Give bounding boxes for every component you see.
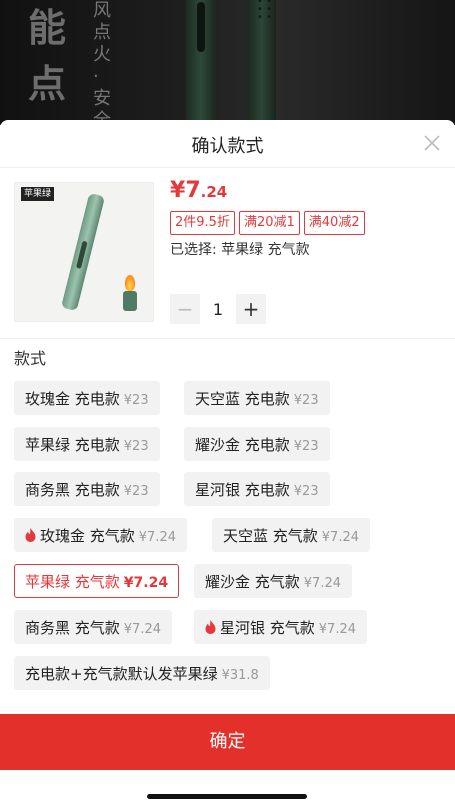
close-icon[interactable]: [423, 134, 441, 152]
flame-icon: [125, 275, 135, 291]
style-option-price: ¥23: [293, 393, 319, 408]
increase-button[interactable]: +: [236, 294, 266, 324]
style-option-label: 商务黑 充电款: [25, 481, 120, 499]
promo-tag: 2件9.5折: [170, 211, 235, 235]
fire-icon: [205, 620, 216, 634]
fire-icon: [25, 528, 36, 542]
promo-tags: 2件9.5折 满20减1 满40减2: [170, 211, 365, 235]
promo-tag: 满40减2: [303, 211, 365, 235]
style-option-price: ¥7.24: [123, 575, 169, 591]
style-option-label: 星河银 充气款: [220, 619, 315, 637]
style-option-price: ¥31.8: [221, 668, 259, 683]
style-section-label: 款式: [14, 349, 47, 368]
divider: [0, 338, 455, 339]
style-option-price: ¥7.24: [318, 622, 356, 637]
style-option-price: ¥23: [293, 484, 319, 499]
lighter-image: [60, 192, 106, 312]
small-lighter-image: [123, 291, 137, 311]
style-option-label: 商务黑 充气款: [25, 619, 120, 637]
style-option-label: 苹果绿 充气款: [25, 573, 120, 591]
style-option-label: 苹果绿 充电款: [25, 436, 120, 454]
style-option-label: 玫瑰金 充气款: [40, 527, 135, 545]
style-option[interactable]: 天空蓝 充电款 ¥23: [184, 381, 330, 415]
style-option[interactable]: 苹果绿 充电款 ¥23: [14, 427, 160, 461]
style-option[interactable]: 星河银 充气款 ¥7.24: [194, 610, 367, 644]
style-option[interactable]: 玫瑰金 充电款 ¥23: [14, 381, 160, 415]
sheet-title: 确认款式: [191, 136, 264, 157]
product-price: ¥7.24: [170, 178, 228, 203]
style-option-price: ¥23: [123, 393, 149, 408]
thumb-label: 苹果绿: [21, 187, 55, 201]
style-option-price: ¥23: [123, 439, 149, 454]
style-option-label: 天空蓝 充气款: [223, 527, 318, 545]
style-option-label: 耀沙金 充气款: [205, 573, 300, 591]
style-option[interactable]: 苹果绿 充气款 ¥7.24: [14, 564, 180, 598]
style-option-label: 耀沙金 充电款: [195, 436, 290, 454]
style-option[interactable]: 商务黑 充气款 ¥7.24: [14, 610, 172, 644]
style-option[interactable]: 充电款+充气款默认发苹果绿 ¥31.8: [14, 656, 270, 690]
product-thumbnail: 苹果绿: [14, 182, 154, 322]
style-option-price: ¥7.24: [321, 530, 359, 545]
decrease-button[interactable]: −: [170, 294, 200, 324]
style-option[interactable]: 商务黑 充电款 ¥23: [14, 472, 160, 506]
banner-lighter-image-1: [186, 0, 216, 125]
style-option-price: ¥23: [123, 484, 149, 499]
banner-large-text: 能点火: [28, 6, 67, 125]
quantity-stepper: − 1 +: [170, 294, 266, 324]
product-banner-background: 能点火 风点火·安全稳 • •• •• •: [0, 0, 455, 125]
style-option[interactable]: 天空蓝 充气款 ¥7.24: [212, 518, 370, 552]
confirm-button[interactable]: 确定: [0, 714, 455, 770]
selected-variant-text: 已选择: 苹果绿 充气款: [170, 242, 310, 258]
style-option-label: 星河银 充电款: [195, 481, 290, 499]
style-option-price: ¥7.24: [138, 530, 176, 545]
style-option-label: 玫瑰金 充电款: [25, 390, 120, 408]
banner-lighter-image-2: • • • • • •: [248, 0, 276, 125]
quantity-value[interactable]: 1: [200, 300, 236, 319]
home-indicator: [147, 794, 307, 799]
style-option[interactable]: 耀沙金 充气款 ¥7.24: [194, 564, 352, 598]
style-option-label: 天空蓝 充电款: [195, 390, 290, 408]
promo-tag: 满20减1: [238, 211, 300, 235]
style-option-label: 充电款+充气款默认发苹果绿: [25, 665, 218, 683]
style-option[interactable]: 星河银 充电款 ¥23: [184, 472, 330, 506]
style-option-price: ¥7.24: [303, 576, 341, 591]
style-option[interactable]: 玫瑰金 充气款 ¥7.24: [14, 518, 187, 552]
style-option-price: ¥23: [293, 439, 319, 454]
style-option[interactable]: 耀沙金 充电款 ¥23: [184, 427, 330, 461]
sheet-header: 确认款式: [0, 120, 455, 168]
style-option-price: ¥7.24: [123, 622, 161, 637]
banner-vertical-text: 风点火·安全稳: [93, 0, 111, 125]
